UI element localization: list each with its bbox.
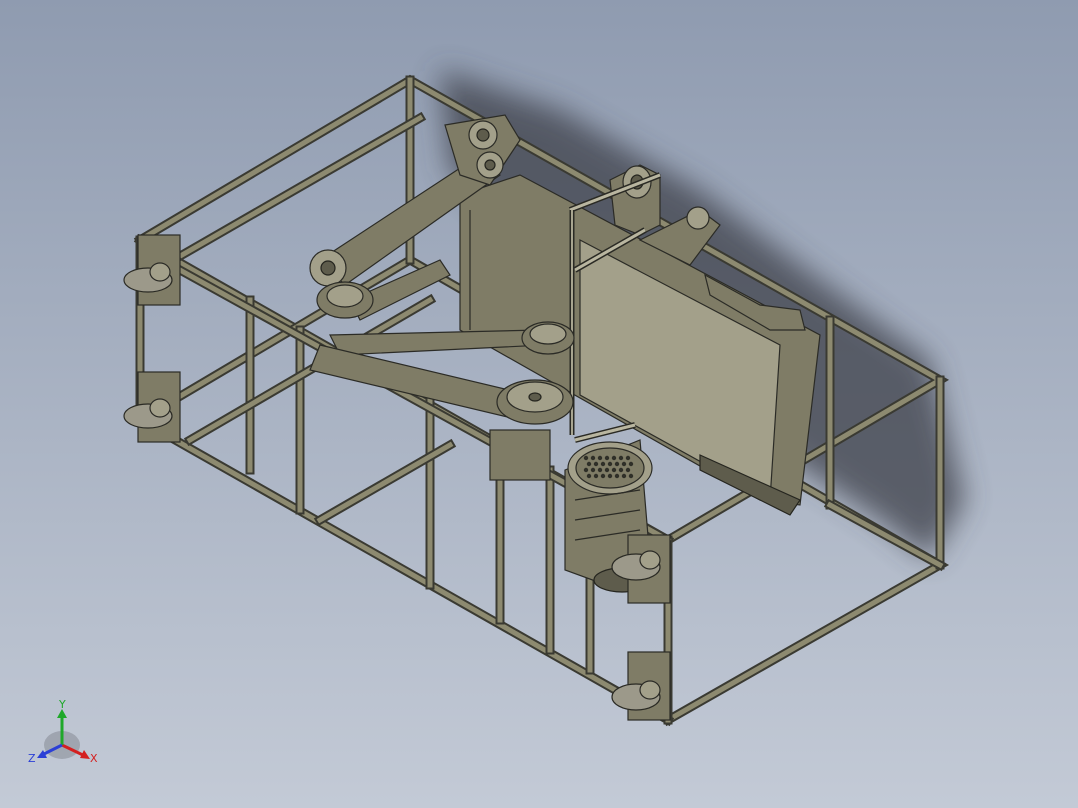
fan-grille-hole [586, 461, 592, 467]
cad-model-view[interactable]: Y X Z [0, 0, 1078, 808]
fan-grille-hole [618, 455, 624, 461]
fan-grille-hole [628, 473, 634, 479]
fan-grille-hole [590, 467, 596, 473]
fan-grille-hole [604, 467, 610, 473]
fan-grille-hole [621, 461, 627, 467]
fan-grille-hole [583, 455, 589, 461]
fan-grille-hole [625, 455, 631, 461]
caster-front-left-top [123, 234, 181, 306]
reference-triad[interactable]: Y X Z [28, 698, 98, 765]
fan-grille-hole [614, 473, 620, 479]
fan-grille-hole [597, 455, 603, 461]
fan-grille-hole [607, 473, 613, 479]
caster-front-left-bottom [123, 371, 181, 443]
fan-grille-hole [621, 473, 627, 479]
triad-x-label: X [90, 752, 98, 765]
fan-grille-hole [604, 455, 610, 461]
fan-grille-hole [586, 473, 592, 479]
fan-grille-hole [625, 467, 631, 473]
fan-grille-hole [607, 461, 613, 467]
fan-grille-hole [611, 467, 617, 473]
fan-grille-hole [583, 467, 589, 473]
fan-grille-hole [593, 461, 599, 467]
triad-y-label: Y [58, 698, 66, 711]
fan-grille-hole [590, 455, 596, 461]
fan-grille-hole [618, 467, 624, 473]
fan-grille-hole [611, 455, 617, 461]
fan-grille-hole [600, 473, 606, 479]
fan-grille-hole [600, 461, 606, 467]
fan-grille-hole [614, 461, 620, 467]
triad-z-label: Z [28, 752, 36, 765]
fan-grille-hole [628, 461, 634, 467]
fan-grille-hole [597, 467, 603, 473]
graphics-viewport[interactable]: Y X Z [0, 0, 1078, 808]
fan-grille-hole [593, 473, 599, 479]
caster-front-right-bottom [611, 651, 671, 721]
